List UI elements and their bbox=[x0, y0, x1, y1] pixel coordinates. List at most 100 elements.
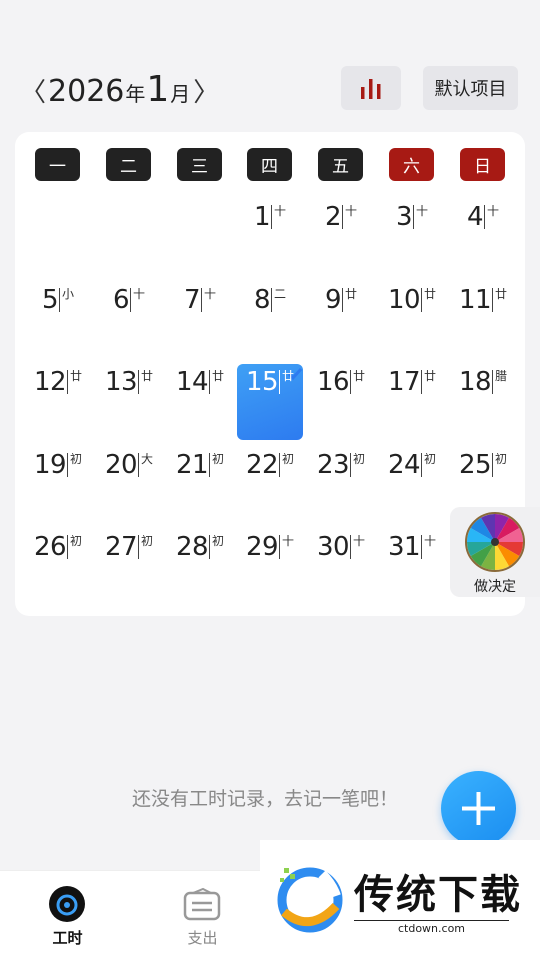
tab-expense[interactable]: 支出 bbox=[135, 871, 270, 961]
lunar-date: 十五 bbox=[413, 205, 428, 229]
calendar-day[interactable]: 21初三 bbox=[165, 435, 235, 495]
day-number: 8 bbox=[253, 285, 271, 315]
calendar-day[interactable]: 8二十 bbox=[235, 270, 305, 330]
logo-icon bbox=[277, 867, 343, 933]
calendar-day[interactable]: 22初四 bbox=[235, 435, 305, 495]
lunar-date: 廿一 bbox=[342, 288, 357, 312]
month-navigator: 〈 2026 年 1 月 〉 bbox=[18, 68, 221, 115]
tab-label: 工时 bbox=[52, 929, 83, 947]
lunar-date: 初五 bbox=[350, 453, 365, 477]
lunar-date: 初三 bbox=[209, 453, 224, 477]
calendar-day[interactable]: 1十三 bbox=[235, 187, 305, 247]
calendar-day[interactable]: 14廿六 bbox=[165, 352, 235, 412]
plus-icon bbox=[462, 792, 495, 825]
day-number: 17 bbox=[387, 367, 421, 397]
calendar-day[interactable]: 30十二 bbox=[306, 517, 376, 577]
calendar-day[interactable]: 27初九 bbox=[94, 517, 164, 577]
calendar-day[interactable]: 6十八 bbox=[94, 270, 164, 330]
calendar-day[interactable]: 5小寒 bbox=[23, 270, 93, 330]
calendar-day[interactable]: 29十一 bbox=[235, 517, 305, 577]
weekday-label: 六 bbox=[389, 148, 434, 181]
calendar-day[interactable]: 16廿八 bbox=[306, 352, 376, 412]
lunar-date: 十一 bbox=[279, 535, 294, 559]
calendar-day[interactable]: 23初五 bbox=[306, 435, 376, 495]
calendar-day[interactable]: 25初七 bbox=[448, 435, 518, 495]
stats-button[interactable] bbox=[341, 66, 401, 110]
day-number: 25 bbox=[458, 450, 492, 480]
calendar-day[interactable]: 11廿三 bbox=[448, 270, 518, 330]
lunar-date: 十二 bbox=[350, 535, 365, 559]
calendar-day[interactable]: 9廿一 bbox=[306, 270, 376, 330]
day-number: 4 bbox=[466, 202, 484, 232]
calendar-day[interactable]: 13廿五 bbox=[94, 352, 164, 412]
calendar-day[interactable]: 17廿九 bbox=[377, 352, 447, 412]
lunar-date: 初九 bbox=[138, 535, 153, 559]
weekday-label: 二 bbox=[106, 148, 151, 181]
day-number: 18 bbox=[458, 367, 492, 397]
day-number: 2 bbox=[324, 202, 342, 232]
lunar-date: 廿五 bbox=[138, 370, 153, 394]
tab-label: 支出 bbox=[187, 929, 218, 947]
calendar-day[interactable]: 26初八 bbox=[23, 517, 93, 577]
day-number: 29 bbox=[245, 532, 279, 562]
calendar-day[interactable]: 15廿七 bbox=[235, 352, 305, 412]
calendar-day[interactable]: 10廿二 bbox=[377, 270, 447, 330]
wallet-icon bbox=[183, 887, 221, 921]
day-number: 15 bbox=[245, 367, 279, 397]
bar-chart-icon bbox=[361, 79, 381, 99]
calendar-day[interactable]: 3十五 bbox=[377, 187, 447, 247]
calendar-day[interactable]: 31十三 bbox=[377, 517, 447, 577]
lunar-date: 腊月 bbox=[492, 370, 507, 394]
lunar-date: 十三 bbox=[421, 535, 436, 559]
calendar-day[interactable]: 2十四 bbox=[306, 187, 376, 247]
day-number: 24 bbox=[387, 450, 421, 480]
project-selector-button[interactable]: 默认项目 bbox=[423, 66, 518, 110]
lunar-date: 大寒 bbox=[138, 453, 153, 477]
day-number: 26 bbox=[33, 532, 67, 562]
lunar-date: 廿八 bbox=[350, 370, 365, 394]
chevron-left-icon[interactable]: 〈 bbox=[18, 71, 48, 115]
add-record-button[interactable] bbox=[441, 771, 516, 846]
lunar-date: 廿九 bbox=[421, 370, 436, 394]
tab-worktime[interactable]: 工时 bbox=[0, 871, 135, 961]
clock-icon bbox=[49, 886, 85, 922]
calendar-day[interactable]: 24初六 bbox=[377, 435, 447, 495]
day-number: 1 bbox=[253, 202, 271, 232]
calendar-day[interactable]: 4十六 bbox=[448, 187, 518, 247]
day-number: 22 bbox=[245, 450, 279, 480]
watermark-title: 传统下载 bbox=[354, 872, 522, 918]
month-unit: 月 bbox=[170, 82, 191, 106]
calendar-header: 〈 2026 年 1 月 〉 默认项目 bbox=[0, 60, 540, 120]
year-label: 2026 bbox=[48, 74, 125, 109]
watermark-banner: 传统下载 ctdown.com bbox=[260, 840, 540, 940]
calendar-day[interactable]: 18腊月 bbox=[448, 352, 518, 412]
day-number: 28 bbox=[175, 532, 209, 562]
lunar-date: 十九 bbox=[201, 288, 216, 312]
watermark-url: ctdown.com bbox=[354, 920, 509, 935]
weekday-label: 日 bbox=[460, 148, 505, 181]
lunar-date: 小寒 bbox=[59, 288, 74, 312]
lunar-date: 廿二 bbox=[421, 288, 436, 312]
calendar-card: 一二三四五六日 1十三2十四3十五4十六5小寒6十八7十九8二十9廿一10廿二1… bbox=[15, 132, 525, 616]
lunar-date: 初七 bbox=[492, 453, 507, 477]
lunar-date: 初四 bbox=[279, 453, 294, 477]
day-number: 23 bbox=[316, 450, 350, 480]
calendar-day[interactable]: 12廿四 bbox=[23, 352, 93, 412]
day-number: 21 bbox=[175, 450, 209, 480]
decision-wheel-widget[interactable]: 做决定 bbox=[450, 507, 540, 597]
day-number: 20 bbox=[104, 450, 138, 480]
calendar-day[interactable]: 19初二 bbox=[23, 435, 93, 495]
calendar-day[interactable]: 28初十 bbox=[165, 517, 235, 577]
chevron-right-icon[interactable]: 〉 bbox=[191, 71, 221, 115]
weekday-label: 三 bbox=[177, 148, 222, 181]
day-number: 9 bbox=[324, 285, 342, 315]
day-number: 3 bbox=[395, 202, 413, 232]
day-number: 6 bbox=[112, 285, 130, 315]
lunar-date: 二十 bbox=[271, 288, 286, 312]
calendar-day[interactable]: 20大寒 bbox=[94, 435, 164, 495]
calendar-day[interactable]: 7十九 bbox=[165, 270, 235, 330]
lunar-date: 廿六 bbox=[209, 370, 224, 394]
lunar-date: 初六 bbox=[421, 453, 436, 477]
day-number: 7 bbox=[183, 285, 201, 315]
wheel-label: 做决定 bbox=[474, 579, 516, 595]
